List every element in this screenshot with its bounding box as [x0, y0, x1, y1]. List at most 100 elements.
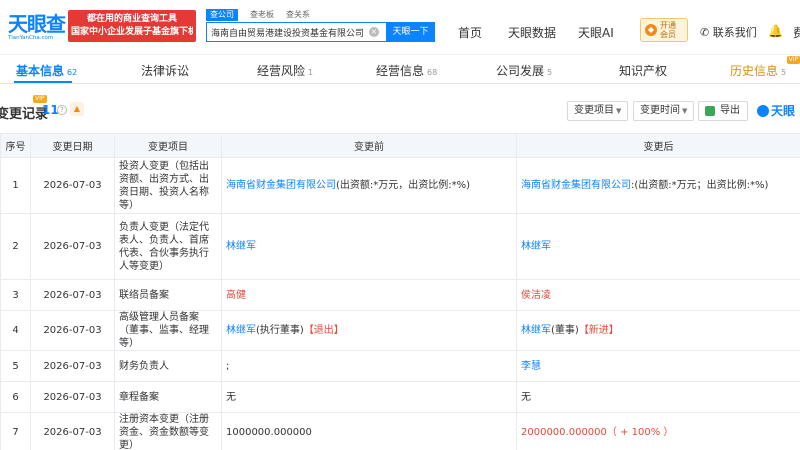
row-item: 投资人变更（包括出资额、出资方式、出资日期、投资人名称等）: [114, 157, 222, 214]
row-date: 2026-07-03: [30, 412, 115, 450]
col-header-before: 变更前: [221, 133, 517, 158]
nav-home[interactable]: 首页: [458, 24, 482, 41]
row-before: 高健: [221, 279, 517, 311]
nav-data[interactable]: 天眼数据: [508, 24, 556, 41]
filter-change-item-dropdown[interactable]: 变更项目 ▼: [567, 101, 629, 121]
chevron-down-icon: ▼: [682, 107, 688, 115]
section-vip-badge: VIP: [33, 95, 47, 103]
tab-operation[interactable]: 经营信息 68: [376, 62, 437, 79]
tab-history[interactable]: 历史信息 5 VIP: [730, 56, 800, 79]
banner-line2: 国家中小企业发展子基金旗下机构: [71, 27, 193, 37]
row-after: 侯洁凌: [516, 279, 800, 311]
search-tab-relation[interactable]: 查关系: [282, 9, 314, 21]
nav-ai[interactable]: 天眼AI: [578, 24, 614, 41]
row-before: 无: [221, 381, 517, 413]
search-input[interactable]: [211, 23, 369, 41]
row-no: 1: [0, 157, 31, 214]
person-link[interactable]: 林继军: [226, 325, 256, 336]
col-header-item: 变更项目: [114, 133, 222, 158]
exit-tag: 【退出】: [303, 325, 344, 336]
tab-ip[interactable]: 知识产权: [619, 62, 667, 79]
vip-badge: VIP: [786, 56, 800, 64]
person-link[interactable]: 林继军: [226, 241, 256, 252]
company-tabs: 基本信息 62 法律诉讼 经营风险 1 经营信息 68 公司发展 5 知识产权 历史信息…: [0, 56, 800, 84]
change-record-header: 变更记录 VIP 11 ? ▲ 变更项目 ▼ 变更时间 ▼ 导出 天眼: [0, 95, 800, 126]
table-row: 1 2026-07-03 投资人变更（包括出资额、出资方式、出资日期、投资人名称…: [0, 157, 800, 214]
vip-open-button[interactable]: ◆ 开通 会员: [640, 18, 688, 42]
row-no: 5: [0, 350, 31, 382]
search-tab-company[interactable]: 查公司: [206, 9, 238, 21]
export-button[interactable]: 导出: [698, 101, 748, 121]
help-icon[interactable]: ?: [57, 105, 67, 115]
eye-icon: [757, 105, 769, 117]
chevron-down-icon: ▼: [616, 107, 622, 115]
search-box: × 天眼一下: [206, 22, 435, 42]
filter-change-time-dropdown[interactable]: 变更时间 ▼: [633, 101, 695, 121]
new-tag: 【新进】: [578, 325, 619, 336]
col-header-no: 序号: [0, 133, 31, 158]
row-item: 章程备案: [114, 381, 222, 413]
person-link[interactable]: 林继军: [521, 325, 551, 336]
row-after: 林继军(董事)【新进】: [516, 310, 800, 351]
table-row: 7 2026-07-03 注册资本变更（注册资金、资金数额等变更） 100000…: [0, 412, 800, 450]
diamond-icon: ◆: [645, 24, 657, 36]
promo-banner[interactable]: 都在用的商业查询工具 国家中小企业发展子基金旗下机构: [68, 10, 196, 42]
site-logo[interactable]: 天眼查 TianYanCha.com: [8, 8, 66, 44]
row-after: 林继军: [516, 213, 800, 280]
change-record-table: 序号 变更日期 变更项目 变更前 变更后 1 2026-07-03 投资人变更（…: [0, 133, 800, 450]
search-button[interactable]: 天眼一下: [386, 22, 435, 42]
row-date: 2026-07-03: [30, 213, 115, 280]
row-date: 2026-07-03: [30, 279, 115, 311]
person-link[interactable]: 林继军: [521, 241, 551, 252]
company-link[interactable]: 海南省财金集团有限公司: [226, 180, 336, 191]
tab-litigation[interactable]: 法律诉讼: [141, 62, 189, 79]
row-no: 4: [0, 310, 31, 351]
company-link[interactable]: 海南省财金集团有限公司: [521, 180, 631, 191]
row-item: 注册资本变更（注册资金、资金数额等变更）: [114, 412, 222, 450]
row-before: 林继军(执行董事)【退出】: [221, 310, 517, 351]
row-after: 无: [516, 381, 800, 413]
table-row: 5 2026-07-03 财务负责人 ; 李慧: [0, 350, 800, 382]
row-after: 李慧: [516, 350, 800, 382]
bell-icon[interactable]: 🔔: [768, 24, 783, 38]
row-after: 2000000.000000（ + 100% ）: [516, 412, 800, 450]
brand-mark: 天眼: [757, 102, 795, 119]
row-date: 2026-07-03: [30, 310, 115, 351]
tab-development[interactable]: 公司发展 5: [496, 62, 552, 79]
clear-icon[interactable]: ×: [369, 27, 379, 37]
contact-us-link[interactable]: ✆ 联系我们: [700, 24, 757, 40]
header-cut-text[interactable]: 费: [793, 24, 800, 41]
table-row: 3 2026-07-03 联络员备案 高健 侯洁凌: [0, 279, 800, 311]
banner-line1: 都在用的商业查询工具: [86, 14, 177, 24]
row-after: 海南省财金集团有限公司:(出资额:*万元；出资比例:*%): [516, 157, 800, 214]
excel-icon: [705, 106, 715, 116]
row-no: 3: [0, 279, 31, 311]
tab-risk[interactable]: 经营风险 1: [257, 62, 313, 79]
search-tab-boss[interactable]: 查老板: [246, 9, 278, 21]
row-item: 负责人变更（法定代表人、负责人、首席代表、合伙事务执行人等变更）: [114, 213, 222, 280]
top-header: 天眼查 TianYanCha.com 都在用的商业查询工具 国家中小企业发展子基…: [0, 0, 800, 55]
col-header-after: 变更后: [516, 133, 800, 158]
row-before: 海南省财金集团有限公司(出资额:*万元，出资比例:*%): [221, 157, 517, 214]
row-date: 2026-07-03: [30, 157, 115, 214]
alert-icon[interactable]: ▲: [70, 102, 84, 116]
row-no: 6: [0, 381, 31, 413]
row-date: 2026-07-03: [30, 381, 115, 413]
row-before: ;: [221, 350, 517, 382]
section-title: 变更记录: [0, 107, 49, 122]
logo-text: 天眼查: [8, 12, 66, 36]
table-header-row: 序号 变更日期 变更项目 变更前 变更后: [0, 133, 800, 158]
tab-basic-info[interactable]: 基本信息 62: [16, 62, 77, 79]
col-header-date: 变更日期: [30, 133, 115, 158]
row-item: 高级管理人员备案（董事、监事、经理等）: [114, 310, 222, 351]
table-row: 6 2026-07-03 章程备案 无 无: [0, 381, 800, 413]
row-before: 林继军: [221, 213, 517, 280]
table-row: 2 2026-07-03 负责人变更（法定代表人、负责人、首席代表、合伙事务执行…: [0, 213, 800, 280]
row-no: 7: [0, 412, 31, 450]
active-tab-indicator: [14, 81, 72, 83]
person-link[interactable]: 李慧: [521, 361, 541, 372]
row-date: 2026-07-03: [30, 350, 115, 382]
row-no: 2: [0, 213, 31, 280]
logo-subtext: TianYanCha.com: [8, 35, 54, 41]
vip-label: 开通 会员: [660, 21, 676, 39]
